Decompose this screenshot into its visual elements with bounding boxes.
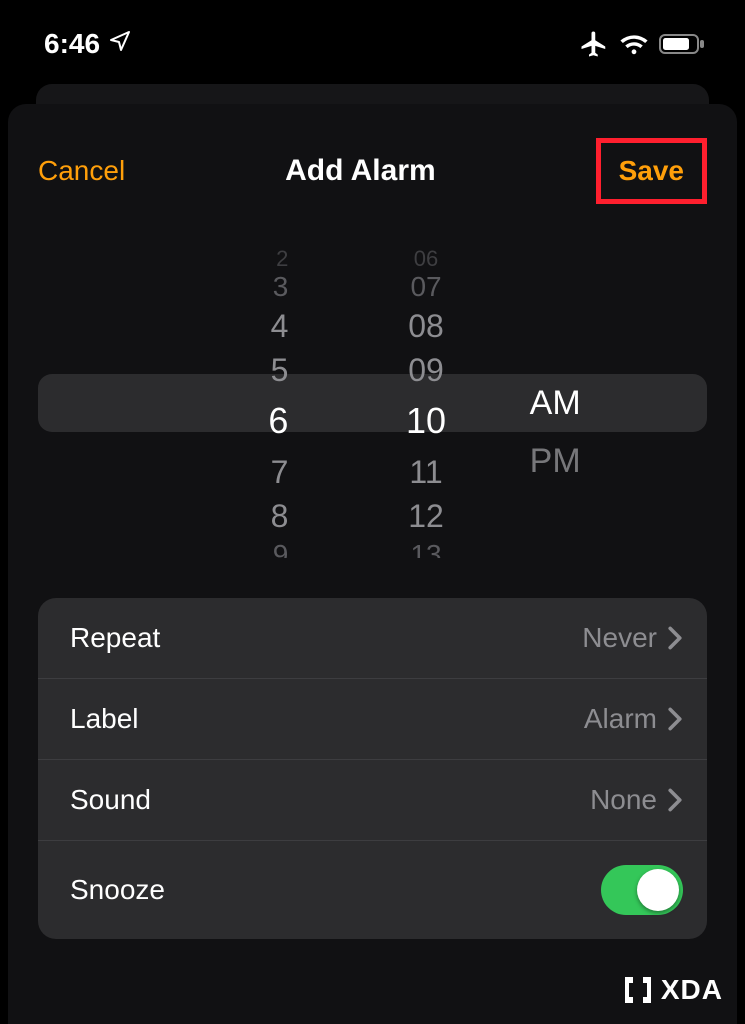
snooze-row: Snooze: [38, 841, 707, 939]
hour-picker-column[interactable]: 2 3 4 5 6 7 8 9: [38, 248, 332, 558]
label-value: Alarm: [584, 703, 657, 735]
status-bar: 6:46: [0, 0, 745, 70]
save-button[interactable]: Save: [619, 155, 684, 186]
hour-option[interactable]: 8: [271, 494, 289, 538]
minute-option[interactable]: 13: [410, 538, 441, 558]
minute-option-selected[interactable]: 10: [406, 392, 446, 450]
wifi-icon: [619, 32, 649, 56]
hour-option[interactable]: 3: [273, 270, 289, 304]
ampm-picker-column[interactable]: AM PM: [520, 248, 707, 558]
battery-icon: [659, 32, 705, 56]
minute-picker-column[interactable]: 06 07 08 09 10 11 12 13: [332, 248, 519, 558]
sheet-header: Cancel Add Alarm Save: [8, 120, 737, 222]
status-right: [579, 29, 705, 59]
minute-option[interactable]: 07: [410, 270, 441, 304]
repeat-value: Never: [582, 622, 657, 654]
chevron-right-icon: [667, 707, 683, 731]
hour-option[interactable]: 7: [271, 450, 289, 494]
cancel-button[interactable]: Cancel: [38, 155, 125, 187]
sound-row[interactable]: Sound None: [38, 760, 707, 841]
hour-option[interactable]: 9: [273, 538, 289, 558]
sound-label: Sound: [70, 784, 151, 816]
time-picker[interactable]: 2 3 4 5 6 7 8 9 06 07 08 09 10 11 12 13: [38, 248, 707, 558]
alarm-settings-list: Repeat Never Label Alarm Sound None: [38, 598, 707, 939]
airplane-icon: [579, 29, 609, 59]
add-alarm-sheet: Cancel Add Alarm Save 2 3 4 5 6 7 8 9 06…: [8, 104, 737, 1024]
status-time: 6:46: [44, 28, 100, 60]
hour-option[interactable]: 4: [271, 304, 289, 348]
location-icon: [108, 28, 132, 60]
save-button-highlight: Save: [596, 138, 707, 204]
minute-option[interactable]: 08: [408, 304, 444, 348]
hour-option-selected[interactable]: 6: [268, 392, 288, 450]
status-left: 6:46: [44, 28, 132, 60]
snooze-label: Snooze: [70, 874, 165, 906]
toggle-knob: [637, 869, 679, 911]
ampm-option[interactable]: PM: [530, 432, 581, 490]
chevron-right-icon: [667, 626, 683, 650]
snooze-toggle[interactable]: [601, 865, 683, 915]
xda-watermark-text: XDA: [661, 974, 723, 1006]
repeat-row[interactable]: Repeat Never: [38, 598, 707, 679]
label-label: Label: [70, 703, 139, 735]
xda-watermark: XDA: [621, 974, 723, 1006]
hour-option[interactable]: 5: [271, 348, 289, 392]
sound-value: None: [590, 784, 657, 816]
ampm-option-selected[interactable]: AM: [530, 374, 581, 432]
minute-option[interactable]: 06: [414, 248, 438, 270]
minute-option[interactable]: 11: [409, 450, 442, 494]
hour-option[interactable]: 2: [276, 248, 288, 270]
minute-option[interactable]: 09: [408, 348, 444, 392]
chevron-right-icon: [667, 788, 683, 812]
label-row[interactable]: Label Alarm: [38, 679, 707, 760]
sheet-title: Add Alarm: [285, 154, 436, 188]
minute-option[interactable]: 12: [408, 494, 444, 538]
repeat-label: Repeat: [70, 622, 160, 654]
xda-logo-icon: [621, 975, 655, 1005]
